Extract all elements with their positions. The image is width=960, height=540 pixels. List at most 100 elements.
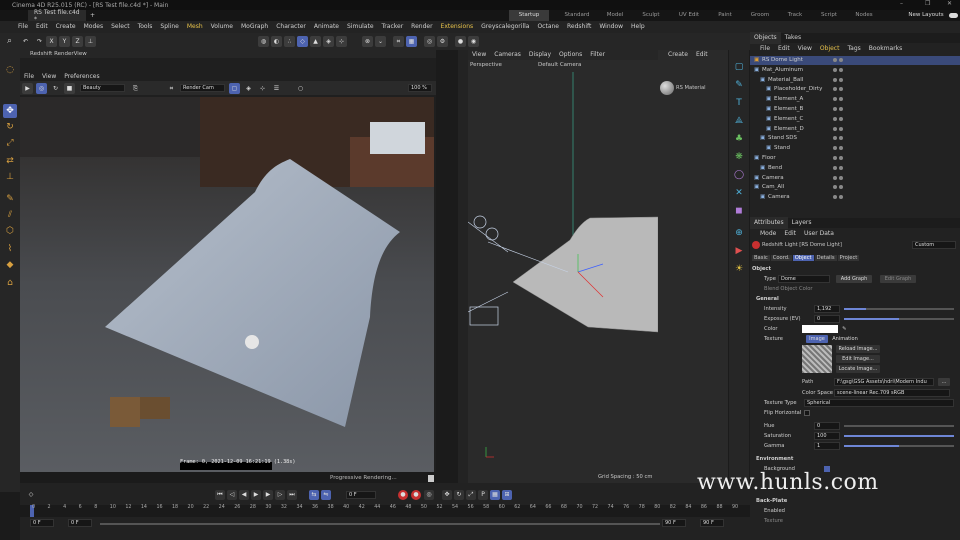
end-frame-field[interactable]: 90 F <box>700 519 724 527</box>
move-icon[interactable]: ✥ <box>3 104 17 118</box>
text-icon[interactable]: T <box>732 96 746 110</box>
search-icon[interactable]: ⌕ <box>4 36 15 47</box>
vp-menu-view[interactable]: View <box>468 49 490 61</box>
menu-greyscalegorilla[interactable]: Greyscalegorilla <box>477 21 533 33</box>
om-menu-bookmarks[interactable]: Bookmarks <box>865 43 907 55</box>
object-row[interactable]: ▣ Bend <box>750 164 960 173</box>
menu-spline[interactable]: Spline <box>156 21 182 33</box>
field-icon[interactable]: ✕ <box>732 186 746 200</box>
edit-image-button[interactable]: Edit Image... <box>836 355 880 363</box>
zoom-field[interactable]: 100 % <box>408 84 432 92</box>
color-swatch[interactable] <box>802 325 838 333</box>
section-environment[interactable]: Environment <box>750 454 960 464</box>
autokey-button[interactable]: ● <box>411 490 421 500</box>
menu-window[interactable]: Window <box>595 21 627 33</box>
vp-menu-filter[interactable]: Filter <box>586 49 609 61</box>
object-row[interactable]: ▣ Material_Ball <box>750 76 960 85</box>
rv-lock-icon[interactable]: ◈ <box>243 83 254 94</box>
vp-menu-display[interactable]: Display <box>525 49 555 61</box>
snap-icon[interactable]: ⊗ <box>362 36 373 47</box>
menu-animate[interactable]: Animate <box>310 21 343 33</box>
camera-select[interactable]: Render Cam <box>180 84 225 92</box>
layout-tab-nodes[interactable]: Nodes <box>850 10 878 21</box>
generator-icon[interactable]: ⟁ <box>732 114 746 128</box>
animation-tab[interactable]: Animation <box>830 335 860 343</box>
knife-icon[interactable]: ⫽ <box>3 208 17 222</box>
om-menu-tags[interactable]: Tags <box>843 43 864 55</box>
menu-volume[interactable]: Volume <box>207 21 237 33</box>
current-frame-field[interactable]: 0 F <box>346 491 376 499</box>
path-browse-button[interactable]: … <box>938 378 950 386</box>
intensity-field[interactable]: 1,192 <box>814 305 840 313</box>
attribute-preset-select[interactable]: Custom <box>912 241 956 249</box>
flip-checkbox[interactable] <box>804 410 810 416</box>
gamma-field[interactable]: 1 <box>814 442 840 450</box>
subtab-object[interactable]: Object <box>792 254 814 261</box>
object-row[interactable]: ▣ Element_D <box>750 125 960 134</box>
brush-icon[interactable]: ⌇ <box>3 242 17 256</box>
prev-key-button[interactable]: ◁ <box>227 490 237 500</box>
layout-tab-startup[interactable]: Startup (User) <box>509 10 549 29</box>
polygons-mode-icon[interactable]: ▲ <box>310 36 321 47</box>
timeline-ruler[interactable]: 0 2 4 6 8 10 12 14 16 18 20 22 24 26 28 30 32 34 36 38 40 42 4… <box>20 505 750 517</box>
am-menu-mode[interactable]: Mode <box>756 228 780 240</box>
render-region-icon[interactable]: ◎ <box>424 36 435 47</box>
live-select-icon[interactable]: ◌ <box>3 63 17 77</box>
model-mode-icon[interactable]: ◍ <box>258 36 269 47</box>
subtab-coord[interactable]: Coord. <box>770 254 792 261</box>
om-menu-object[interactable]: Object <box>816 43 844 55</box>
paint-icon[interactable]: ◆ <box>3 258 17 272</box>
axis-z-button[interactable]: Z <box>72 36 83 47</box>
menu-modes[interactable]: Modes <box>80 21 107 33</box>
path-field[interactable]: F:\gsg\GSG Assets\hdri\Modern Indu <box>834 378 934 386</box>
image-tab[interactable]: Image <box>806 335 828 343</box>
axis-x-button[interactable]: X <box>46 36 57 47</box>
menu-character[interactable]: Character <box>272 21 310 33</box>
prev-frame-button[interactable]: ◀ <box>239 490 249 500</box>
object-row[interactable]: ▣ Element_A <box>750 95 960 104</box>
mat-menu-edit[interactable]: Edit <box>692 49 712 61</box>
layout-tab-standard[interactable]: Standard <box>560 10 594 21</box>
points-mode-icon[interactable]: ∴ <box>284 36 295 47</box>
hue-field[interactable]: 0 <box>814 422 840 430</box>
extrude-icon[interactable]: ⬡ <box>3 224 17 238</box>
object-row[interactable]: ▣ Mat_Aluminum <box>750 66 960 75</box>
vp-menu-cameras[interactable]: Cameras <box>490 49 525 61</box>
render-view-icon[interactable]: ● <box>455 36 466 47</box>
redo-icon[interactable]: ↷ <box>34 36 45 47</box>
edit-graph-button[interactable]: Edit Graph <box>880 275 916 283</box>
mat-menu-create[interactable]: Create <box>664 49 692 61</box>
rv-snapshot-icon[interactable]: ⎘ <box>130 83 141 94</box>
next-key-button[interactable]: ▷ <box>275 490 285 500</box>
close-button[interactable]: ✕ <box>947 0 952 7</box>
am-menu-edit[interactable]: Edit <box>780 228 800 240</box>
subtab-details[interactable]: Details <box>814 254 837 261</box>
axis-y-button[interactable]: Y <box>59 36 70 47</box>
menu-file[interactable]: File <box>14 21 32 33</box>
object-row[interactable]: ▣ Stand <box>750 144 960 153</box>
saturation-field[interactable]: 100 <box>814 432 840 440</box>
section-backplate[interactable]: Back-Plate <box>750 496 960 506</box>
keyframe-selection-button[interactable]: ◎ <box>424 490 434 500</box>
object-row[interactable]: ▣ Element_B <box>750 105 960 114</box>
layout-tab-groom[interactable]: Groom <box>746 10 774 21</box>
uv-mode-icon[interactable]: ◈ <box>323 36 334 47</box>
preview-range-bar[interactable] <box>100 523 660 525</box>
rv-ipr-icon[interactable]: ◎ <box>36 83 47 94</box>
preview-start-field[interactable]: 0 F <box>68 519 92 527</box>
transfer-icon[interactable]: ⇄ <box>3 154 17 168</box>
menu-mesh[interactable]: Mesh <box>183 21 207 33</box>
object-row[interactable]: ▣ Stand SDS <box>750 134 960 143</box>
menu-mograph[interactable]: MoGraph <box>237 21 272 33</box>
exposure-slider[interactable] <box>844 318 954 320</box>
add-tab-button[interactable]: + <box>90 10 95 21</box>
section-general[interactable]: General <box>750 294 960 304</box>
material-ball-icon[interactable] <box>660 81 674 95</box>
hue-slider[interactable] <box>844 425 954 427</box>
colorspace-select[interactable]: scene-linear Rec.709 sRGB <box>834 389 950 397</box>
menu-select[interactable]: Select <box>107 21 134 33</box>
object-row[interactable]: ▣ Camera <box>750 174 960 183</box>
rv-refresh-icon[interactable]: ↻ <box>50 83 61 94</box>
document-tab[interactable]: RS Test file.c4d * <box>28 9 86 23</box>
material-name[interactable]: RS Material <box>676 85 706 91</box>
